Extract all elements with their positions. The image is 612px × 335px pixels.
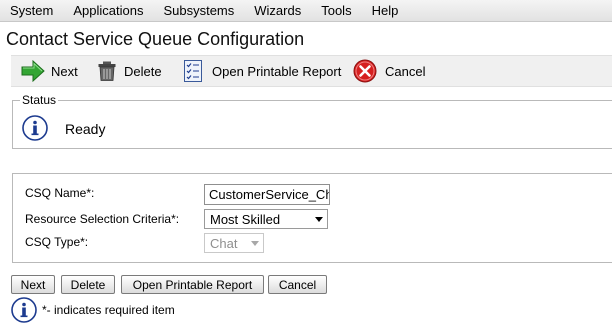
menu-wizards[interactable]: Wizards [244, 0, 311, 21]
csq-type-select: Chat [204, 233, 264, 253]
info-icon [11, 297, 37, 326]
required-footnote: *- indicates required item [42, 303, 175, 317]
csq-name-input[interactable]: CustomerService_Cha [204, 184, 330, 205]
chevron-down-icon [251, 241, 259, 246]
criteria-label: Resource Selection Criteria*: [25, 212, 180, 226]
next-arrow-icon [21, 60, 45, 82]
next-button[interactable]: Next [11, 275, 55, 294]
open-printable-report-button[interactable]: Open Printable Report [121, 275, 264, 294]
toolbar-report-button[interactable]: Open Printable Report [184, 56, 341, 86]
cancel-button[interactable]: Cancel [268, 275, 327, 294]
status-text: Ready [65, 121, 106, 137]
criteria-value: Most Skilled [210, 211, 281, 227]
toolbar-cancel-label: Cancel [385, 63, 426, 79]
toolbar-cancel-button[interactable]: Cancel [353, 56, 425, 86]
info-icon [22, 115, 48, 144]
cancel-x-icon [353, 59, 377, 83]
report-checklist-icon [184, 60, 202, 82]
chevron-down-icon [315, 217, 323, 222]
menu-bar: System Applications Subsystems Wizards T… [0, 0, 612, 22]
menu-applications[interactable]: Applications [63, 0, 153, 21]
menu-subsystems[interactable]: Subsystems [153, 0, 244, 21]
page-title: Contact Service Queue Configuration [6, 29, 305, 49]
toolbar-delete-button[interactable]: Delete [98, 56, 162, 86]
csq-type-value: Chat [210, 235, 238, 251]
trash-icon [98, 61, 116, 81]
menu-tools[interactable]: Tools [311, 0, 361, 21]
toolbar-delete-label: Delete [124, 63, 162, 79]
toolbar-next-button[interactable]: Next [21, 56, 78, 86]
toolbar: Next Delete Open Printable Report Cancel [11, 55, 612, 87]
criteria-select[interactable]: Most Skilled [204, 209, 328, 229]
menu-system[interactable]: System [0, 0, 63, 21]
toolbar-next-label: Next [51, 63, 78, 79]
csq-type-label: CSQ Type*: [25, 235, 89, 249]
status-legend: Status [20, 93, 59, 107]
menu-help[interactable]: Help [362, 0, 409, 21]
csq-name-label: CSQ Name*: [25, 186, 95, 200]
delete-button[interactable]: Delete [61, 275, 115, 294]
toolbar-report-label: Open Printable Report [212, 63, 342, 79]
